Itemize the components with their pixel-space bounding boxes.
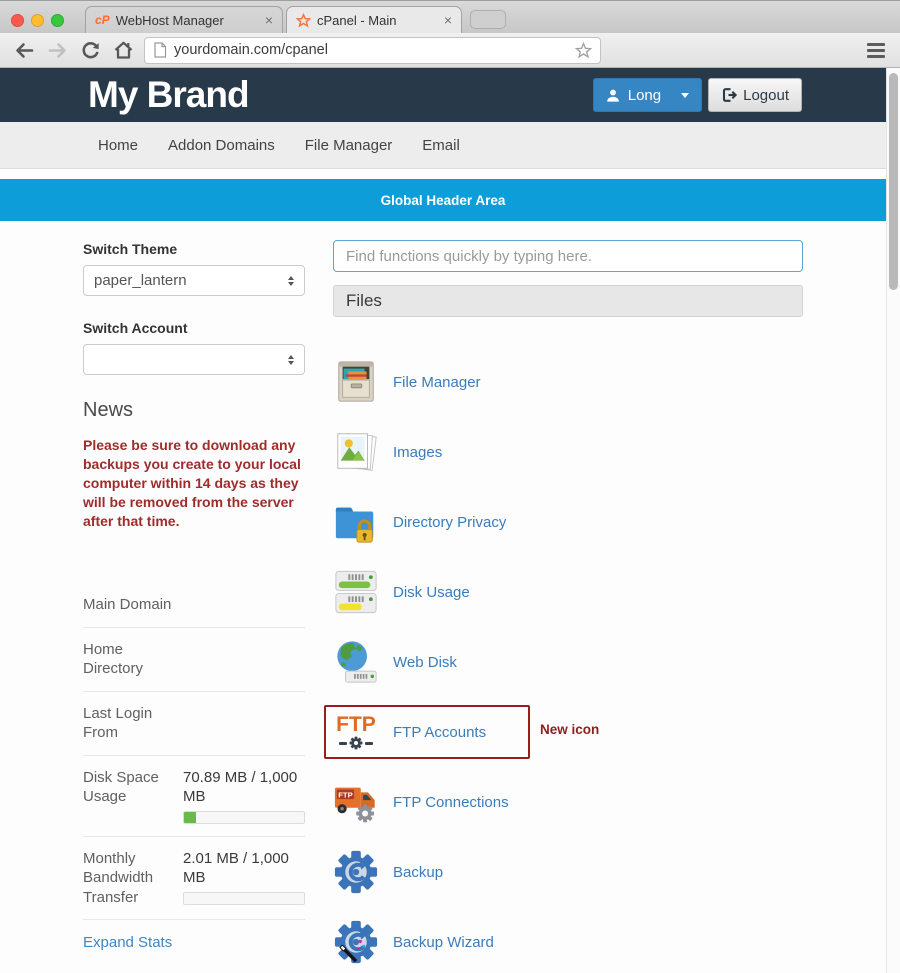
reload-button[interactable] (78, 38, 102, 62)
news-title: News (83, 399, 305, 422)
nav-item-home[interactable]: Home (83, 137, 153, 154)
forward-button[interactable] (45, 38, 69, 62)
select-arrows-icon (288, 355, 294, 365)
home-button[interactable] (111, 38, 135, 62)
tab-strip: cP WebHost Manager × cPanel - Main × (0, 0, 900, 33)
svg-text:FTP: FTP (338, 791, 352, 800)
files-section-header[interactable]: Files (333, 285, 803, 317)
folder-lock-icon (333, 499, 379, 545)
close-tab-icon[interactable]: × (444, 13, 452, 27)
file-cabinet-icon (333, 359, 379, 405)
switch-theme-label: Switch Theme (83, 241, 305, 257)
account-select[interactable] (83, 344, 305, 375)
page-viewport: My Brand Long (0, 68, 900, 973)
feature-disk-usage[interactable]: Disk Usage (333, 569, 803, 615)
chevron-down-icon (681, 93, 689, 98)
feature-directory-privacy[interactable]: Directory Privacy (333, 499, 803, 545)
scrollbar-thumb[interactable] (889, 73, 898, 290)
brand-title: My Brand (88, 74, 249, 116)
disk-meter-icon (333, 569, 379, 615)
nav-item-file-manager[interactable]: File Manager (290, 137, 408, 154)
stat-row-last-login: Last Login From (83, 692, 305, 756)
disk-usage-progressbar (183, 811, 305, 824)
star-icon (296, 13, 311, 28)
url-text[interactable]: yourdomain.com/cpanel (174, 42, 568, 58)
stat-row-home-directory: Home Directory (83, 628, 305, 692)
feature-backup[interactable]: Backup (333, 849, 803, 895)
window-controls (11, 14, 64, 27)
switch-account-label: Switch Account (83, 320, 305, 336)
stat-row-bandwidth: Monthly Bandwidth Transfer 2.01 MB / 1,0… (83, 837, 305, 921)
new-tab-button[interactable] (470, 10, 506, 29)
cpanel-logo-icon: cP (95, 13, 110, 27)
logout-label: Logout (743, 87, 789, 104)
address-bar[interactable]: yourdomain.com/cpanel (144, 37, 601, 64)
back-button[interactable] (12, 38, 36, 62)
feature-backup-wizard[interactable]: Backup Wizard (333, 919, 803, 965)
global-header-area: Global Header Area (0, 179, 886, 221)
disk-usage-progress-fill (184, 812, 196, 823)
search-input[interactable] (333, 240, 803, 272)
tab-webhost-manager[interactable]: cP WebHost Manager × (85, 6, 283, 33)
browser-scrollbar[interactable] (886, 68, 900, 973)
page-icon (153, 42, 167, 58)
new-icon-annotation: New icon (540, 722, 599, 737)
globe-server-icon (333, 639, 379, 685)
disk-usage-value: 70.89 MB / 1,000 MB (183, 769, 297, 806)
logout-button[interactable]: Logout (708, 78, 802, 112)
backup-gear-icon (333, 849, 379, 895)
browser-toolbar: yourdomain.com/cpanel (0, 33, 900, 68)
theme-select[interactable]: paper_lantern (83, 265, 305, 296)
user-icon (606, 88, 620, 103)
feature-ftp-connections[interactable]: FTP FTP Connections (333, 779, 803, 825)
close-tab-icon[interactable]: × (265, 13, 273, 27)
site-navbar: Home Addon Domains File Manager Email (0, 122, 886, 169)
expand-stats-link[interactable]: Expand Stats (83, 934, 305, 951)
stats-list: Main Domain Home Directory Last Login Fr… (83, 583, 305, 920)
minimize-window-button[interactable] (31, 14, 44, 27)
close-window-button[interactable] (11, 14, 24, 27)
page-content: Switch Theme paper_lantern Switch Accoun… (0, 221, 886, 973)
feature-web-disk[interactable]: Web Disk (333, 639, 803, 685)
nav-item-email[interactable]: Email (407, 137, 475, 154)
backup-wizard-icon (333, 919, 379, 965)
photo-stack-icon (333, 429, 379, 475)
tab-title: WebHost Manager (116, 13, 259, 28)
theme-select-value: paper_lantern (94, 272, 187, 289)
tab-title: cPanel - Main (317, 13, 438, 28)
stat-row-main-domain: Main Domain (83, 583, 305, 628)
feature-file-manager[interactable]: File Manager (333, 359, 803, 405)
user-name: Long (628, 87, 661, 104)
site-header: My Brand Long (0, 68, 886, 122)
spacer (0, 169, 886, 179)
bookmark-star-icon[interactable] (575, 42, 592, 59)
stat-row-disk-space: Disk Space Usage 70.89 MB / 1,000 MB (83, 756, 305, 837)
ftp-gear-icon: FTP (333, 709, 379, 755)
global-header-label: Global Header Area (381, 193, 506, 208)
tab-cpanel-main[interactable]: cPanel - Main × (286, 6, 462, 33)
logout-icon (721, 87, 737, 103)
browser-window: cP WebHost Manager × cPanel - Main × (0, 0, 900, 973)
news-body: Please be sure to download any backups y… (83, 436, 301, 531)
bandwidth-progressbar (183, 892, 305, 905)
page: My Brand Long (0, 68, 886, 973)
sidebar: Switch Theme paper_lantern Switch Accoun… (83, 241, 305, 951)
feature-ftp-accounts[interactable]: FTP FTP Accounts New icon (333, 709, 803, 755)
maximize-window-button[interactable] (51, 14, 64, 27)
nav-item-addon-domains[interactable]: Addon Domains (153, 137, 290, 154)
user-dropdown-button[interactable]: Long (593, 78, 702, 112)
main-panel: Files Fi (333, 240, 803, 973)
browser-menu-button[interactable] (867, 43, 888, 58)
ftp-truck-icon: FTP (333, 779, 379, 825)
select-arrows-icon (288, 276, 294, 286)
feature-images[interactable]: Images (333, 429, 803, 475)
bandwidth-value: 2.01 MB / 1,000 MB (183, 850, 289, 887)
